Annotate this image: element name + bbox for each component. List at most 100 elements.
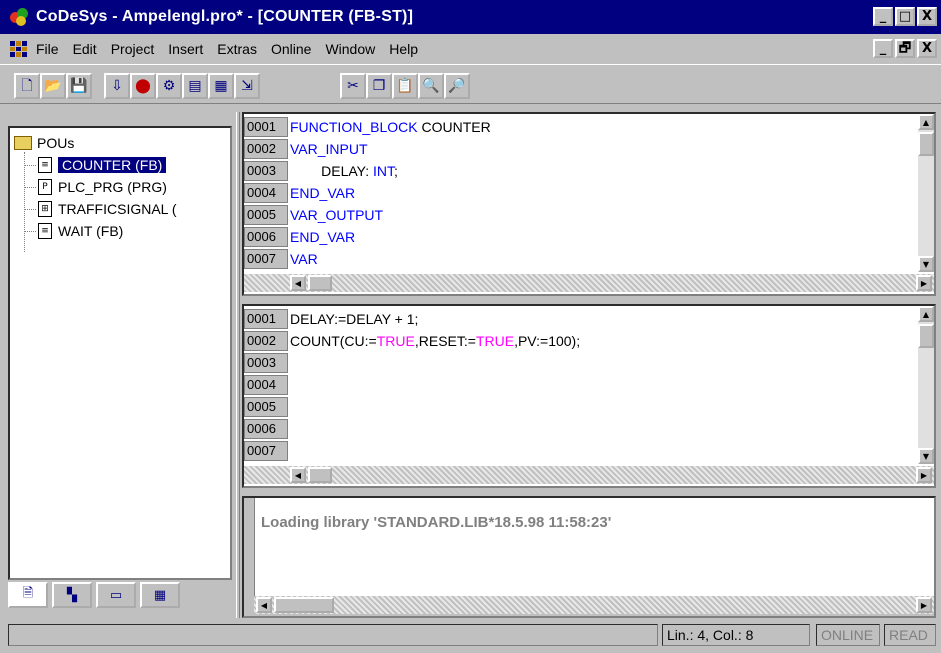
scroll-left-icon[interactable]: ◀	[290, 275, 306, 291]
find-icon[interactable]: 🔍	[418, 73, 444, 99]
copy-icon[interactable]: ❐	[366, 73, 392, 99]
object-organizer: POUs ≡ COUNTER (FB) P PLC_PRG (PRG) ⊞ TR…	[8, 112, 236, 618]
code-line[interactable]: 0003	[244, 352, 290, 373]
code-text: FUNCTION_BLOCK COUNTER	[290, 118, 491, 135]
document-minimize-button[interactable]: _	[873, 39, 893, 58]
line-number: 0001	[244, 116, 288, 137]
message-horizontal-scrollbar[interactable]: ◀ ▶	[254, 596, 934, 614]
open-file-icon[interactable]: 📂	[40, 73, 66, 99]
scroll-right-icon[interactable]: ▶	[916, 275, 932, 291]
paste-icon[interactable]: 📋	[392, 73, 418, 99]
tab-data-types[interactable]: ▚	[52, 582, 92, 608]
document-restore-button[interactable]: 🗗	[895, 39, 915, 58]
menu-insert[interactable]: Insert	[168, 41, 211, 57]
scroll-down-icon[interactable]: ▼	[918, 448, 934, 464]
declaration-vertical-scrollbar[interactable]: ▲ ▼	[918, 114, 934, 272]
save-icon[interactable]: 💾	[66, 73, 92, 99]
tree-item-label: TRAFFICSIGNAL (	[58, 201, 177, 217]
code-line[interactable]: 0007	[244, 440, 290, 461]
tab-resources[interactable]: ▦	[140, 582, 180, 608]
scroll-down-icon[interactable]: ▼	[918, 256, 934, 272]
line-number: 0004	[244, 182, 288, 203]
code-text: VAR_OUTPUT	[290, 206, 384, 223]
build-icon[interactable]: ▤	[182, 73, 208, 99]
line-number: 0006	[244, 418, 288, 439]
scroll-right-icon[interactable]: ▶	[916, 467, 932, 483]
function-block-icon: ≡	[38, 157, 52, 173]
scroll-thumb[interactable]	[308, 467, 332, 483]
menu-file[interactable]: File	[36, 41, 67, 57]
code-line[interactable]: 0005 VAR_OUTPUT	[244, 204, 383, 225]
download-icon[interactable]: ⇲	[234, 73, 260, 99]
login-icon[interactable]: ⇩	[104, 73, 130, 99]
maximize-button[interactable]: □	[895, 7, 915, 26]
menu-edit[interactable]: Edit	[73, 41, 105, 57]
close-button[interactable]: X	[917, 7, 937, 26]
rebuild-icon[interactable]: ▦	[208, 73, 234, 99]
new-file-icon[interactable]: 🗋	[14, 73, 40, 99]
code-text: END_VAR	[290, 184, 356, 201]
declaration-horizontal-scrollbar[interactable]: ◀ ▶	[244, 274, 934, 292]
tab-visualizations[interactable]: ▭	[96, 582, 136, 608]
codesys-app-icon[interactable]	[8, 6, 30, 28]
declaration-editor[interactable]: 0001 FUNCTION_BLOCK COUNTER 0002 VAR_INPUT 0…	[242, 112, 936, 296]
tree-item-trafficsignal[interactable]: ⊞ TRAFFICSIGNAL (	[38, 198, 177, 220]
line-number: 0006	[244, 226, 288, 247]
window-title: CoDeSys - Ampelengl.pro* - [COUNTER (FB-…	[36, 8, 414, 25]
folder-icon	[14, 136, 32, 150]
title-bar[interactable]: CoDeSys - Ampelengl.pro* - [COUNTER (FB-…	[0, 0, 941, 34]
read-indicator: READ	[884, 624, 936, 646]
run-icon[interactable]: ⚙	[156, 73, 182, 99]
code-line[interactable]: 0004	[244, 374, 290, 395]
body-vertical-scrollbar[interactable]: ▲ ▼	[918, 306, 934, 464]
scroll-thumb[interactable]	[918, 132, 934, 156]
code-line[interactable]: 0003 DELAY: INT;	[244, 160, 398, 181]
document-menu-icon[interactable]	[10, 41, 28, 57]
tree-item-wait[interactable]: ≡ WAIT (FB)	[38, 220, 123, 242]
line-number: 0005	[244, 396, 288, 417]
scroll-left-icon[interactable]: ◀	[256, 597, 272, 613]
scroll-up-icon[interactable]: ▲	[918, 114, 934, 130]
minimize-button[interactable]: _	[873, 7, 893, 26]
body-horizontal-scrollbar[interactable]: ◀ ▶	[244, 466, 934, 484]
body-editor[interactable]: 0001 DELAY:=DELAY + 1; 0002 COUNT(CU:=TRUE,…	[242, 304, 936, 488]
tree-root-label: POUs	[37, 135, 75, 151]
tree-root-pous[interactable]: POUs	[14, 132, 74, 154]
line-number: 0002	[244, 330, 288, 351]
code-line[interactable]: 0001 DELAY:=DELAY + 1;	[244, 308, 418, 329]
document-close-button[interactable]: X	[917, 39, 937, 58]
scroll-left-icon[interactable]: ◀	[290, 467, 306, 483]
menu-online[interactable]: Online	[271, 41, 319, 57]
menu-help[interactable]: Help	[389, 41, 426, 57]
cut-icon[interactable]: ✂	[340, 73, 366, 99]
scroll-thumb[interactable]	[918, 324, 934, 348]
online-indicator: ONLINE	[816, 624, 880, 646]
tree-item-label: COUNTER (FB)	[58, 157, 167, 173]
code-line[interactable]: 0006 END_VAR	[244, 226, 355, 247]
code-line[interactable]: 0001 FUNCTION_BLOCK COUNTER	[244, 116, 491, 137]
vertical-splitter[interactable]	[236, 112, 240, 618]
code-line[interactable]: 0005	[244, 396, 290, 417]
scroll-thumb[interactable]	[308, 275, 332, 291]
scroll-right-icon[interactable]: ▶	[916, 597, 932, 613]
pou-tree[interactable]: POUs ≡ COUNTER (FB) P PLC_PRG (PRG) ⊞ TR…	[8, 126, 232, 580]
message-area[interactable]: Loading library 'STANDARD.LIB*18.5.98 11…	[254, 498, 934, 596]
scroll-up-icon[interactable]: ▲	[918, 306, 934, 322]
tree-item-counter[interactable]: ≡ COUNTER (FB)	[38, 154, 167, 176]
scroll-thumb[interactable]	[274, 597, 334, 613]
code-line[interactable]: 0004 END_VAR	[244, 182, 355, 203]
code-line[interactable]: 0006	[244, 418, 290, 439]
tab-pous[interactable]: 🗎	[8, 582, 48, 608]
stop-icon[interactable]: ⬤	[130, 73, 156, 99]
menu-extras[interactable]: Extras	[217, 41, 265, 57]
code-line[interactable]: 0007 VAR	[244, 248, 318, 269]
menu-project[interactable]: Project	[111, 41, 163, 57]
find-next-icon[interactable]: 🔎	[444, 73, 470, 99]
code-text: DELAY: INT;	[290, 162, 398, 179]
line-number: 0007	[244, 440, 288, 461]
code-line[interactable]: 0002 VAR_INPUT	[244, 138, 368, 159]
menu-window[interactable]: Window	[325, 41, 383, 57]
tree-item-plc-prg[interactable]: P PLC_PRG (PRG)	[38, 176, 167, 198]
code-line[interactable]: 0002 COUNT(CU:=TRUE,RESET:=TRUE,PV:=100);	[244, 330, 580, 351]
line-number: 0002	[244, 138, 288, 159]
